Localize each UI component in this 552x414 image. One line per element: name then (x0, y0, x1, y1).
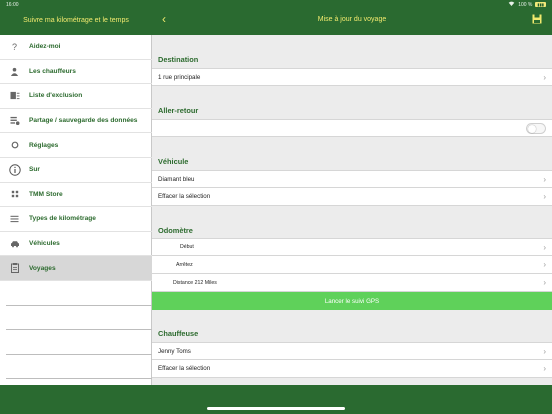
round-trip-toggle[interactable] (526, 122, 546, 134)
mileage-types-icon (0, 215, 29, 223)
wifi-icon (508, 1, 515, 8)
odometer-start-label: Début (180, 244, 194, 250)
sidebar-item-label: Voyages (29, 264, 56, 272)
vehicle-row[interactable]: Diamant bleu › (152, 170, 552, 188)
chevron-right-icon: › (543, 72, 546, 82)
sidebar-empty-row (6, 330, 152, 355)
sidebar-item-store[interactable]: TMM Store (0, 183, 152, 208)
home-indicator[interactable] (207, 407, 345, 410)
section-odometer: Odomètre (158, 226, 193, 235)
vehicle-icon (0, 240, 29, 248)
trips-icon (0, 263, 29, 274)
sidebar: Suivre ma kilométrage et le temps ? Aide… (0, 0, 152, 414)
sidebar-item-help[interactable]: ? Aidez-moi (0, 35, 152, 60)
share-backup-icon (0, 116, 29, 126)
start-gps-label: Lancer le suivi GPS (324, 297, 380, 305)
sidebar-footer (0, 385, 152, 414)
odometer-start-row[interactable]: Début › (152, 238, 552, 256)
sidebar-item-label: Partage / sauvegarde des données (29, 117, 138, 125)
destination-row[interactable]: 1 rue principale › (152, 68, 552, 86)
sidebar-item-exclusion-list[interactable]: Liste d'exclusion (0, 84, 152, 109)
chevron-right-icon: › (543, 346, 546, 356)
app-root: Suivre ma kilométrage et le temps ? Aide… (0, 0, 552, 414)
sidebar-empty-row (6, 355, 152, 380)
clear-selection-label: Effacer la sélection (158, 365, 211, 372)
sidebar-item-label: Véhicules (29, 240, 60, 248)
section-vehicle: Véhicule (158, 157, 189, 166)
sidebar-item-label: TMM Store (29, 190, 63, 198)
sidebar-title: Suivre ma kilométrage et le temps (23, 17, 129, 24)
chevron-right-icon: › (543, 174, 546, 184)
sidebar-item-settings[interactable]: Réglages (0, 133, 152, 158)
sidebar-item-label: Aidez-moi (29, 43, 61, 51)
sidebar-item-about[interactable]: Sur (0, 158, 152, 183)
sidebar-item-trips[interactable]: Voyages (0, 256, 152, 281)
store-icon (0, 190, 29, 198)
help-icon: ? (11, 41, 17, 52)
status-right: 100 % ▮▮▮ (508, 1, 546, 8)
section-driver: Chauffeuse (158, 329, 199, 338)
chevron-right-icon: › (543, 192, 546, 201)
odometer-stop-row[interactable]: Arrêtez › (152, 256, 552, 274)
battery-icon: ▮▮▮ (535, 2, 546, 7)
driver-value: Jenny Toms (158, 347, 191, 355)
destination-value: 1 rue principale (158, 73, 201, 81)
sidebar-item-mileage-types[interactable]: Types de kilométrage (0, 207, 152, 232)
sidebar-menu: ? Aidez-moi Les chauffeurs Liste d'exclu… (0, 35, 152, 380)
sidebar-item-label: Réglages (29, 141, 59, 149)
settings-icon (0, 141, 29, 149)
info-icon (0, 164, 29, 176)
sidebar-item-share-backup[interactable]: Partage / sauvegarde des données (0, 109, 152, 134)
sidebar-item-drivers[interactable]: Les chauffeurs (0, 60, 152, 85)
main-panel: ‹ Mise à jour du voyage Destination 1 ru… (152, 0, 552, 414)
vehicle-value: Diamant bleu (158, 175, 195, 183)
driver-icon (0, 67, 29, 76)
save-icon[interactable] (532, 14, 542, 24)
section-destination: Destination (158, 55, 199, 64)
round-trip-row (152, 119, 552, 137)
start-gps-button[interactable]: Lancer le suivi GPS (152, 292, 552, 310)
chevron-right-icon: › (543, 260, 546, 269)
status-bar: 16:00 100 % ▮▮▮ (0, 0, 552, 9)
battery-percentage: 100 % (518, 1, 533, 8)
sidebar-item-label: Types de kilométrage (29, 215, 96, 223)
sidebar-item-label: Les chauffeurs (29, 67, 76, 75)
chevron-right-icon: › (543, 242, 546, 252)
chevron-right-icon: › (543, 364, 546, 373)
driver-clear-row[interactable]: Effacer la sélection › (152, 360, 552, 378)
clear-selection-label: Effacer la sélection (158, 193, 211, 200)
vehicle-clear-row[interactable]: Effacer la sélection › (152, 188, 552, 206)
odometer-distance-row[interactable]: Distance 212 Miles › (152, 274, 552, 292)
exclusion-list-icon (0, 91, 29, 100)
status-time: 16:00 (6, 1, 19, 8)
driver-row[interactable]: Jenny Toms › (152, 342, 552, 360)
odometer-stop-label: Arrêtez (176, 261, 193, 268)
odometer-distance-label: Distance 212 Miles (173, 279, 217, 286)
sidebar-item-vehicles[interactable]: Véhicules (0, 232, 152, 257)
sidebar-item-label: Sur (29, 166, 40, 174)
chevron-right-icon: › (543, 278, 546, 287)
section-round-trip: Aller-retour (158, 106, 199, 115)
sidebar-item-label: Liste d'exclusion (29, 92, 83, 100)
page-title: Mise à jour du voyage (317, 16, 387, 23)
sidebar-empty-row (6, 306, 152, 331)
sidebar-empty-row (6, 281, 152, 306)
